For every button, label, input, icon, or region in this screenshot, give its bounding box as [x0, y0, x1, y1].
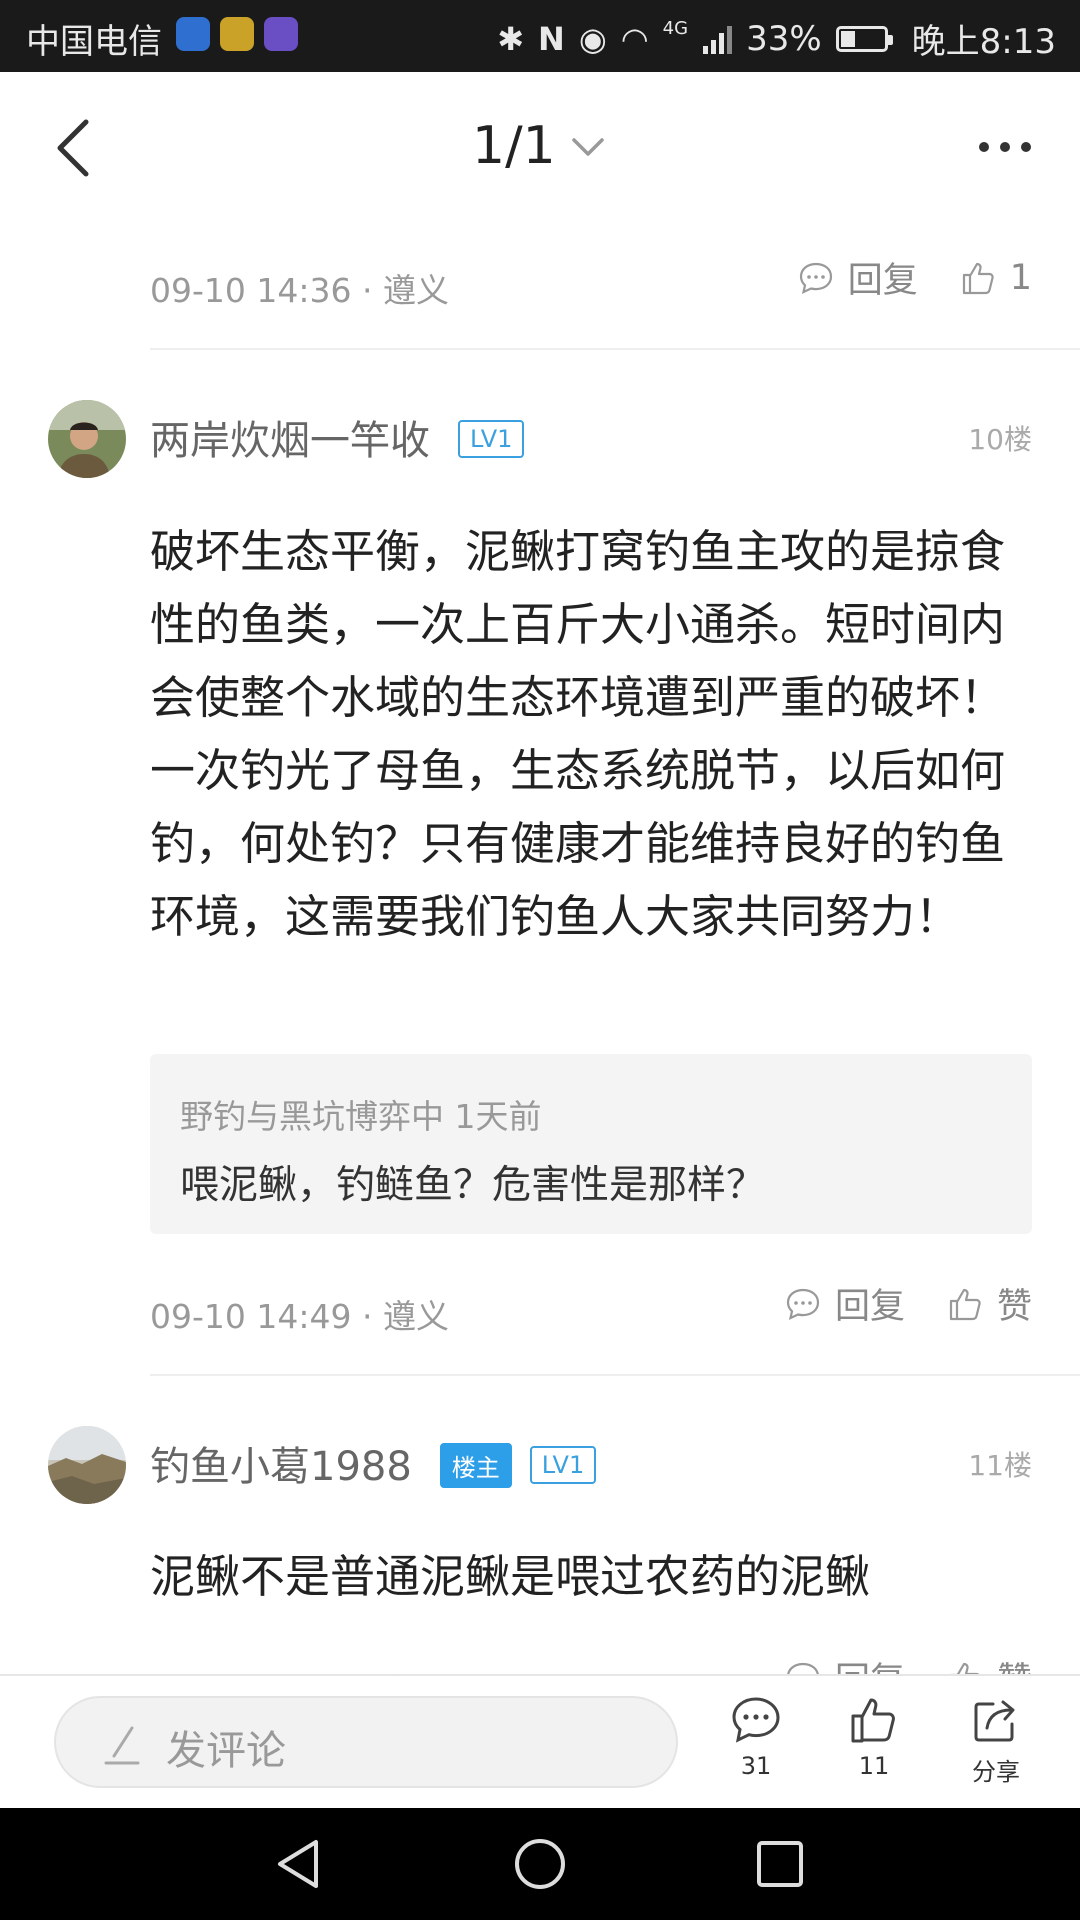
floor-number: 11楼: [968, 1449, 1032, 1482]
reply-label: 回复: [835, 1652, 905, 1674]
like-button[interactable]: 赞: [947, 1652, 1032, 1674]
like-count: 11: [858, 1752, 890, 1780]
reply-label: 回复: [847, 261, 918, 301]
reply-bubble-icon: [786, 1288, 820, 1320]
thread-owner-badge: 楼主: [439, 1442, 512, 1488]
thumbs-up-icon: [950, 1662, 980, 1674]
reply-button[interactable]: 回复: [785, 1652, 905, 1674]
divider: [150, 348, 1080, 350]
like-post-button[interactable]: 11: [826, 1696, 922, 1796]
shield-app-icon: [176, 17, 210, 51]
reply-button[interactable]: 回复: [785, 1278, 905, 1329]
more-options-icon[interactable]: [978, 136, 1032, 158]
pen-icon: [104, 1726, 140, 1765]
network-type: 4G: [662, 18, 689, 39]
back-arrow-icon[interactable]: [50, 116, 110, 180]
comment-count: 31: [740, 1752, 772, 1780]
bluetooth-icon: ✱: [497, 19, 525, 58]
comment-input[interactable]: 发评论: [54, 1696, 678, 1788]
comment-time-location: 09-10 14:49 · 遵义: [150, 1297, 449, 1336]
comment-meta-row: 09-10 14:49 · 遵义 回复 赞: [150, 1278, 1032, 1338]
comments-button[interactable]: 31: [708, 1696, 804, 1796]
like-label: 赞: [996, 1287, 1032, 1327]
thumbs-up-icon: [851, 1698, 895, 1743]
nav-back-icon[interactable]: [272, 1836, 328, 1892]
share-icon: [974, 1700, 1015, 1742]
username-text: 钓鱼小葛1988: [150, 1444, 412, 1490]
clock-time: 晚上8:13: [911, 22, 1056, 62]
like-button[interactable]: 赞: [947, 1278, 1032, 1329]
comment-username[interactable]: 钓鱼小葛1988 楼主 LV1: [150, 1434, 597, 1492]
battery-percent: 33%: [746, 18, 822, 59]
comment-meta-row: 09-10 14:36 · 遵义 回复 1: [150, 252, 1032, 312]
reply-button[interactable]: 回复: [798, 252, 918, 303]
bottom-action-bar: 发评论 31 11 分享: [0, 1674, 1080, 1808]
calendar-app-icon: [220, 17, 254, 51]
quote-text: 喂泥鳅，钓鲢鱼？危害性是那样？: [180, 1163, 766, 1208]
wifi-icon: ◠: [620, 19, 649, 58]
comment-time-location: 09-10 14:36 · 遵义: [150, 271, 449, 310]
comment-bubble-icon: [732, 1697, 780, 1743]
reply-label: 回复: [834, 1287, 905, 1327]
clock-app-icon: [264, 17, 298, 51]
like-label: 赞: [997, 1652, 1032, 1674]
nav-home-icon[interactable]: [512, 1836, 568, 1892]
carrier-label: 中国电信: [26, 22, 162, 62]
level-badge: LV1: [529, 1446, 597, 1484]
reply-bubble-icon: [787, 1662, 819, 1674]
share-label: 分享: [972, 1758, 1020, 1786]
like-button[interactable]: 1: [960, 258, 1032, 298]
level-badge: LV1: [458, 420, 525, 458]
comment-list[interactable]: 09-10 14:36 · 遵义 回复 1 两岸炊烟一竿收 LV1 10楼 破坏…: [0, 222, 1080, 1674]
comment-text: 破坏生态平衡，泥鳅打窝钓鱼主攻的是掠食性的鱼类，一次上百斤大小通杀。短时间内会使…: [150, 525, 1006, 943]
battery-icon: [835, 25, 893, 52]
page-indicator[interactable]: 1/1: [472, 116, 556, 176]
eye-comfort-icon: ◉: [578, 19, 607, 58]
divider: [150, 1374, 1080, 1376]
username-text: 两岸炊烟一竿收: [150, 418, 430, 464]
avatar[interactable]: [48, 1426, 126, 1504]
reply-bubble-icon: [799, 262, 832, 294]
top-nav-header: 1/1: [0, 72, 1080, 222]
comment-text: 泥鳅不是普通泥鳅是喂过农药的泥鳅: [150, 1550, 871, 1603]
comment-time-location: · 遵义: [360, 1664, 447, 1674]
signal-icon: [703, 25, 733, 54]
chevron-down-icon[interactable]: [570, 132, 606, 162]
comment-username[interactable]: 两岸炊烟一竿收 LV1: [150, 408, 525, 466]
quoted-reply[interactable]: 野钓与黑坑博弈中 1天前 喂泥鳅，钓鲢鱼？危害性是那样？: [150, 1054, 1032, 1234]
nfc-icon: N: [538, 19, 565, 58]
like-count: 1: [1009, 257, 1032, 298]
nav-recents-icon[interactable]: [752, 1836, 808, 1892]
comment-input-placeholder: 发评论: [166, 1728, 286, 1774]
avatar[interactable]: [48, 400, 126, 478]
comment-meta-row: · 遵义 回复 赞: [150, 1652, 1032, 1674]
thumbs-up-icon: [962, 262, 994, 294]
thumbs-up-icon: [949, 1288, 981, 1320]
system-nav-bar: [0, 1808, 1080, 1920]
floor-number: 10楼: [968, 423, 1032, 456]
quote-meta: 野钓与黑坑博弈中 1天前: [180, 1097, 542, 1136]
share-button[interactable]: 分享: [948, 1696, 1044, 1796]
status-bar: 中国电信 ✱ N ◉ ◠ 4G 33% 晚上8:13: [0, 0, 1080, 72]
